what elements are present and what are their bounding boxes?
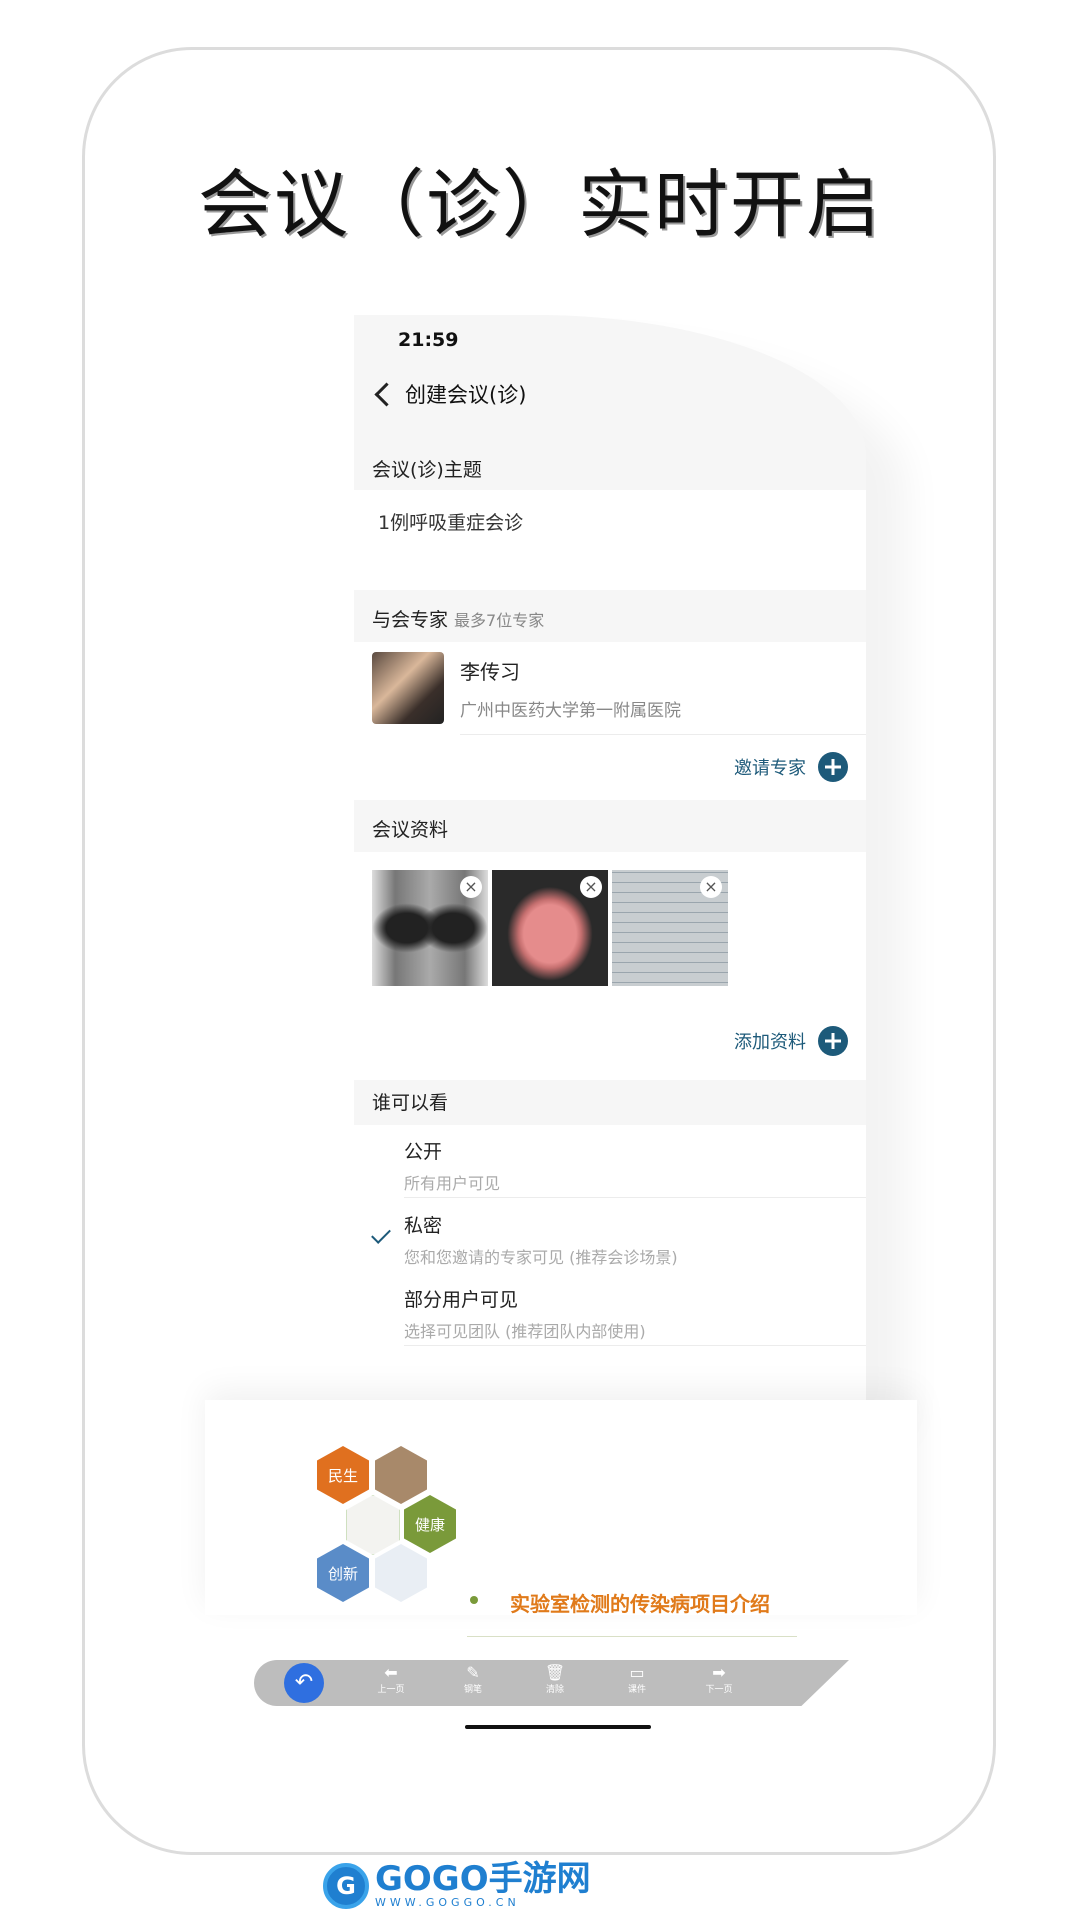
invite-expert-label: 邀请专家 [734,758,806,779]
divider [404,1345,866,1346]
courseware-button[interactable]: ▭ 课件 [612,1663,662,1697]
option-desc: 选择可见团队 (推荐团队内部使用) [404,1322,646,1341]
add-material-label: 添加资料 [734,1032,806,1053]
experts-hint: 最多7位专家 [454,611,545,630]
undo-icon[interactable]: ↶ [284,1663,324,1703]
remove-icon[interactable]: × [460,876,482,898]
expert-name: 李传习 [460,660,520,684]
divider [404,1197,866,1198]
page-headline: 会议（诊）实时开启 [198,162,882,248]
nav-title: 创建会议(诊) [405,383,527,407]
visibility-card: 公开 所有用户可见 私密 您和您邀请的专家可见 (推荐会诊场景) 部分用户可见 … [354,1125,866,1405]
pen-button[interactable]: ✎ 钢笔 [448,1663,498,1697]
material-thumb-tongue[interactable]: × [492,870,608,986]
brand-text: GOGO手游网 WWW.GOGGO.CN [375,1862,591,1909]
topic-label: 会议(诊)主题 [372,459,482,481]
remove-icon[interactable]: × [580,876,602,898]
brand-name: GOGO手游网 [375,1859,591,1899]
back-arrow-icon[interactable] [374,381,399,407]
tool-label: 课件 [627,1685,646,1695]
topic-input[interactable]: 1例呼吸重症会诊 [378,508,523,535]
material-thumb-xray[interactable]: × [372,870,488,986]
clear-button[interactable]: 🗑 清除 [530,1663,580,1697]
prev-page-button[interactable]: ⬅ 上一页 [366,1663,416,1697]
visibility-option-private[interactable]: 私密 您和您邀请的专家可见 (推荐会诊场景) [404,1211,678,1268]
tool-label: 钢笔 [463,1685,482,1695]
tool-label: 上一页 [377,1685,405,1695]
experts-header: 与会专家 最多7位专家 [372,605,544,632]
presentation-slide: 民生 健康 创新 实验室检测的传染病项目介绍 [205,1400,917,1637]
bullet-dot [470,1596,478,1604]
tool-label: 清除 [545,1685,564,1695]
brand-logo-icon: G [323,1862,369,1909]
hex-building [375,1544,427,1602]
nav-bar: 创建会议(诊) [372,379,526,409]
trash-icon: 🗑 [544,1663,566,1682]
hex-label: 民生 [317,1446,369,1504]
option-desc: 您和您邀请的专家可见 (推荐会诊场景) [404,1248,678,1267]
brand-watermark: G GOGO手游网 WWW.GOGGO.CN [323,1862,591,1909]
phone-screen: 21:59 创建会议(诊) 会议(诊)主题 1例呼吸重症会诊 与会专家 最多7位专… [354,315,866,1405]
folder-icon: ▭ [629,1663,645,1682]
right-arrow-icon: ➡ [712,1663,726,1682]
plus-icon[interactable] [818,752,848,782]
option-desc: 所有用户可见 [404,1174,501,1193]
hex-photo [375,1446,427,1504]
divider [467,1636,797,1637]
pen-icon: ✎ [466,1663,480,1682]
left-arrow-icon: ⬅ [384,1663,398,1682]
visibility-option-partial[interactable]: 部分用户可见 选择可见团队 (推荐团队内部使用) [404,1285,646,1342]
next-page-button[interactable]: ➡ 下一页 [694,1663,744,1697]
topic-card[interactable]: 1例呼吸重症会诊 [354,490,866,590]
experts-card: 李传习 广州中医药大学第一附属医院 邀请专家 [354,642,866,800]
drawing-toolbar: ↶ ⬅ 上一页 ✎ 钢笔 🗑 清除 ▭ 课件 ➡ 下一页 [254,1660,849,1706]
status-time: 21:59 [398,329,459,351]
option-title: 公开 [404,1141,443,1163]
option-title: 部分用户可见 [404,1289,519,1311]
home-indicator [465,1725,651,1729]
visibility-label: 谁可以看 [372,1092,449,1114]
experts-label: 与会专家 [372,609,449,631]
divider [460,734,866,735]
expert-org: 广州中医药大学第一附属医院 [460,701,681,721]
material-thumb-note[interactable]: × [612,870,728,986]
hex-label: 创新 [317,1544,369,1602]
remove-icon[interactable]: × [700,876,722,898]
tool-label: 下一页 [705,1685,733,1695]
invite-expert-button[interactable]: 邀请专家 [734,752,848,782]
add-material-button[interactable]: 添加资料 [734,1026,848,1056]
checkmark-icon [371,1224,391,1244]
materials-label: 会议资料 [372,819,449,841]
slide-title: 实验室检测的传染病项目介绍 [510,1592,770,1616]
hex-label: 健康 [404,1495,456,1553]
expert-avatar [372,652,444,724]
visibility-option-public[interactable]: 公开 所有用户可见 [404,1137,500,1194]
plus-icon[interactable] [818,1026,848,1056]
materials-card: × × × 添加资料 [354,852,866,1080]
hex-plant [346,1495,400,1555]
option-title: 私密 [404,1215,443,1237]
